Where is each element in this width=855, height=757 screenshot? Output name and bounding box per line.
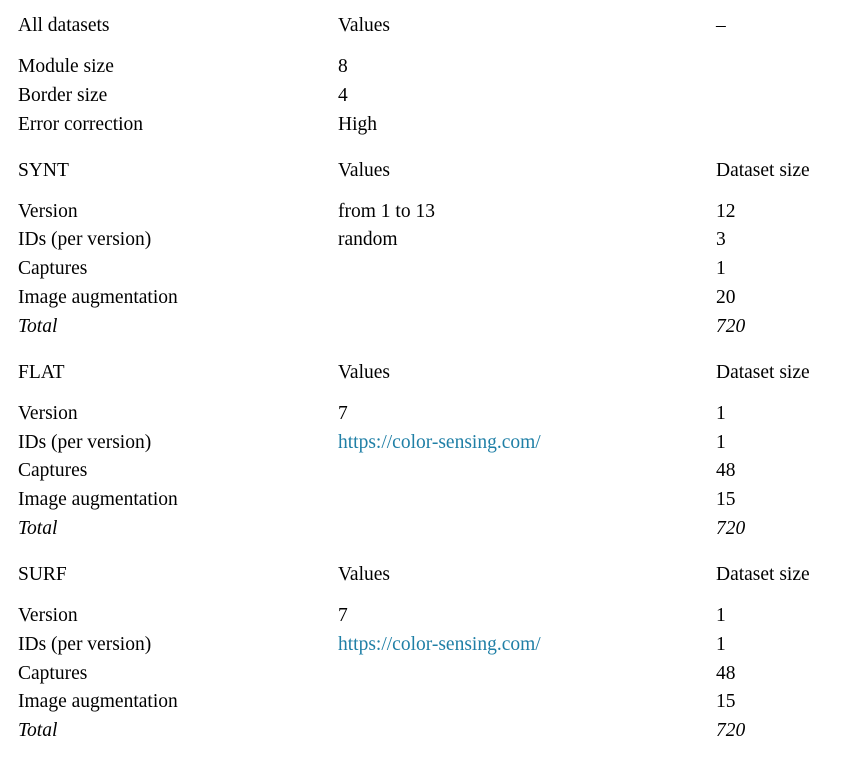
row-dataset-size: 20 xyxy=(716,286,736,308)
table-row: Image augmentation 20 xyxy=(18,284,840,313)
row-value xyxy=(338,313,716,353)
dataset-parameters-table: All datasets Values – Module size 8 Border si… xyxy=(18,6,840,757)
row-value: random xyxy=(338,229,398,251)
row-label: IDs (per version) xyxy=(18,431,152,453)
row-value: 7 xyxy=(338,604,348,626)
row-value: 8 xyxy=(338,56,348,77)
row-dataset-size: 1 xyxy=(716,258,726,280)
row-dataset-size xyxy=(716,45,840,82)
section-header-row-flat: FLAT Values Dataset size xyxy=(18,353,840,392)
table-row: IDs (per version) random 3 xyxy=(18,226,840,255)
row-value: from 1 to 13 xyxy=(338,200,435,222)
column-header-dataset-size-surf: Dataset size xyxy=(716,563,810,585)
row-value xyxy=(338,255,716,284)
row-label: Version xyxy=(18,200,78,222)
table-row: Version from 1 to 13 12 xyxy=(18,190,840,227)
section-header-row-synt: SYNT Values Dataset size xyxy=(18,151,840,190)
column-header-dataset-size-all-datasets: – xyxy=(716,15,726,36)
row-value xyxy=(338,284,716,313)
row-value xyxy=(338,457,716,486)
column-header-dataset-size-flat: Dataset size xyxy=(716,361,810,383)
row-dataset-size: 1 xyxy=(716,402,726,424)
row-value: 4 xyxy=(338,84,348,106)
row-dataset-size xyxy=(716,82,840,111)
table-row: Version 7 1 xyxy=(18,594,840,631)
section-title-surf: SURF xyxy=(18,563,67,585)
row-label: Version xyxy=(18,604,78,626)
table-row: Image augmentation 15 xyxy=(18,688,840,717)
row-label: Module size xyxy=(18,56,114,77)
table-row: Image augmentation 15 xyxy=(18,486,840,515)
row-dataset-size: 1 xyxy=(716,604,726,626)
row-value[interactable]: https://color-sensing.com/ xyxy=(338,631,716,660)
row-label: Image augmentation xyxy=(18,489,178,511)
section-title-flat: FLAT xyxy=(18,361,65,383)
column-header-values-synt: Values xyxy=(338,159,390,181)
row-label: Captures xyxy=(18,460,88,482)
table-row: Module size 8 xyxy=(18,45,840,82)
row-label: IDs (per version) xyxy=(18,633,152,655)
table-row: IDs (per version) https://color-sensing.c… xyxy=(18,429,840,458)
column-header-values-surf: Values xyxy=(338,563,390,585)
row-dataset-size: 720 xyxy=(716,315,746,337)
row-value: 7 xyxy=(338,402,348,424)
row-dataset-size: 1 xyxy=(716,633,726,655)
column-header-dataset-size-synt: Dataset size xyxy=(716,159,810,181)
section-title-all-datasets: All datasets xyxy=(18,15,110,36)
row-value xyxy=(338,515,716,555)
table-row: Total 720 xyxy=(18,515,840,555)
column-header-values-flat: Values xyxy=(338,361,390,383)
row-label: Captures xyxy=(18,662,88,684)
section-header-row-surf: SURF Values Dataset size xyxy=(18,555,840,594)
table-container: All datasets Values – Module size 8 Border si… xyxy=(0,0,855,741)
row-label: Image augmentation xyxy=(18,286,178,308)
table-row: Border size 4 xyxy=(18,82,840,111)
row-label: Total xyxy=(18,517,58,539)
table-row: Error correction High xyxy=(18,111,840,151)
row-label: Error correction xyxy=(18,113,144,135)
row-dataset-size: 3 xyxy=(716,229,726,251)
row-label: Total xyxy=(18,315,58,337)
row-dataset-size: 15 xyxy=(716,691,736,713)
row-value[interactable]: https://color-sensing.com/ xyxy=(338,429,716,458)
section-header-row-all-datasets: All datasets Values – xyxy=(18,6,840,45)
row-label: Image augmentation xyxy=(18,691,178,713)
row-label: Captures xyxy=(18,258,88,280)
row-value: High xyxy=(338,113,377,135)
table-row: Total 720 xyxy=(18,313,840,353)
row-value xyxy=(338,688,716,717)
dataset-url-link[interactable]: https://color-sensing.com/ xyxy=(338,634,541,655)
row-dataset-size: 720 xyxy=(716,517,746,539)
row-dataset-size: 48 xyxy=(716,662,736,684)
section-title-synt: SYNT xyxy=(18,159,69,181)
table-row: Version 7 1 xyxy=(18,392,840,429)
row-label: IDs (per version) xyxy=(18,229,152,251)
row-value xyxy=(338,486,716,515)
table-row: Captures 48 xyxy=(18,457,840,486)
table-row: Captures 48 xyxy=(18,660,840,689)
row-dataset-size: 1 xyxy=(716,431,726,453)
table-row: IDs (per version) https://color-sensing.c… xyxy=(18,631,840,660)
row-dataset-size: 12 xyxy=(716,200,736,222)
row-label: Border size xyxy=(18,84,108,106)
table-row: Total 720 xyxy=(18,717,840,757)
row-dataset-size: 48 xyxy=(716,460,736,482)
row-value xyxy=(338,660,716,689)
row-label: Total xyxy=(18,720,58,742)
row-dataset-size xyxy=(716,111,840,151)
row-label: Version xyxy=(18,402,78,424)
row-dataset-size: 15 xyxy=(716,489,736,511)
row-value xyxy=(338,717,716,757)
table-row: Captures 1 xyxy=(18,255,840,284)
dataset-url-link[interactable]: https://color-sensing.com/ xyxy=(338,432,541,453)
column-header-values-all-datasets: Values xyxy=(338,15,390,36)
row-dataset-size: 720 xyxy=(716,720,746,742)
